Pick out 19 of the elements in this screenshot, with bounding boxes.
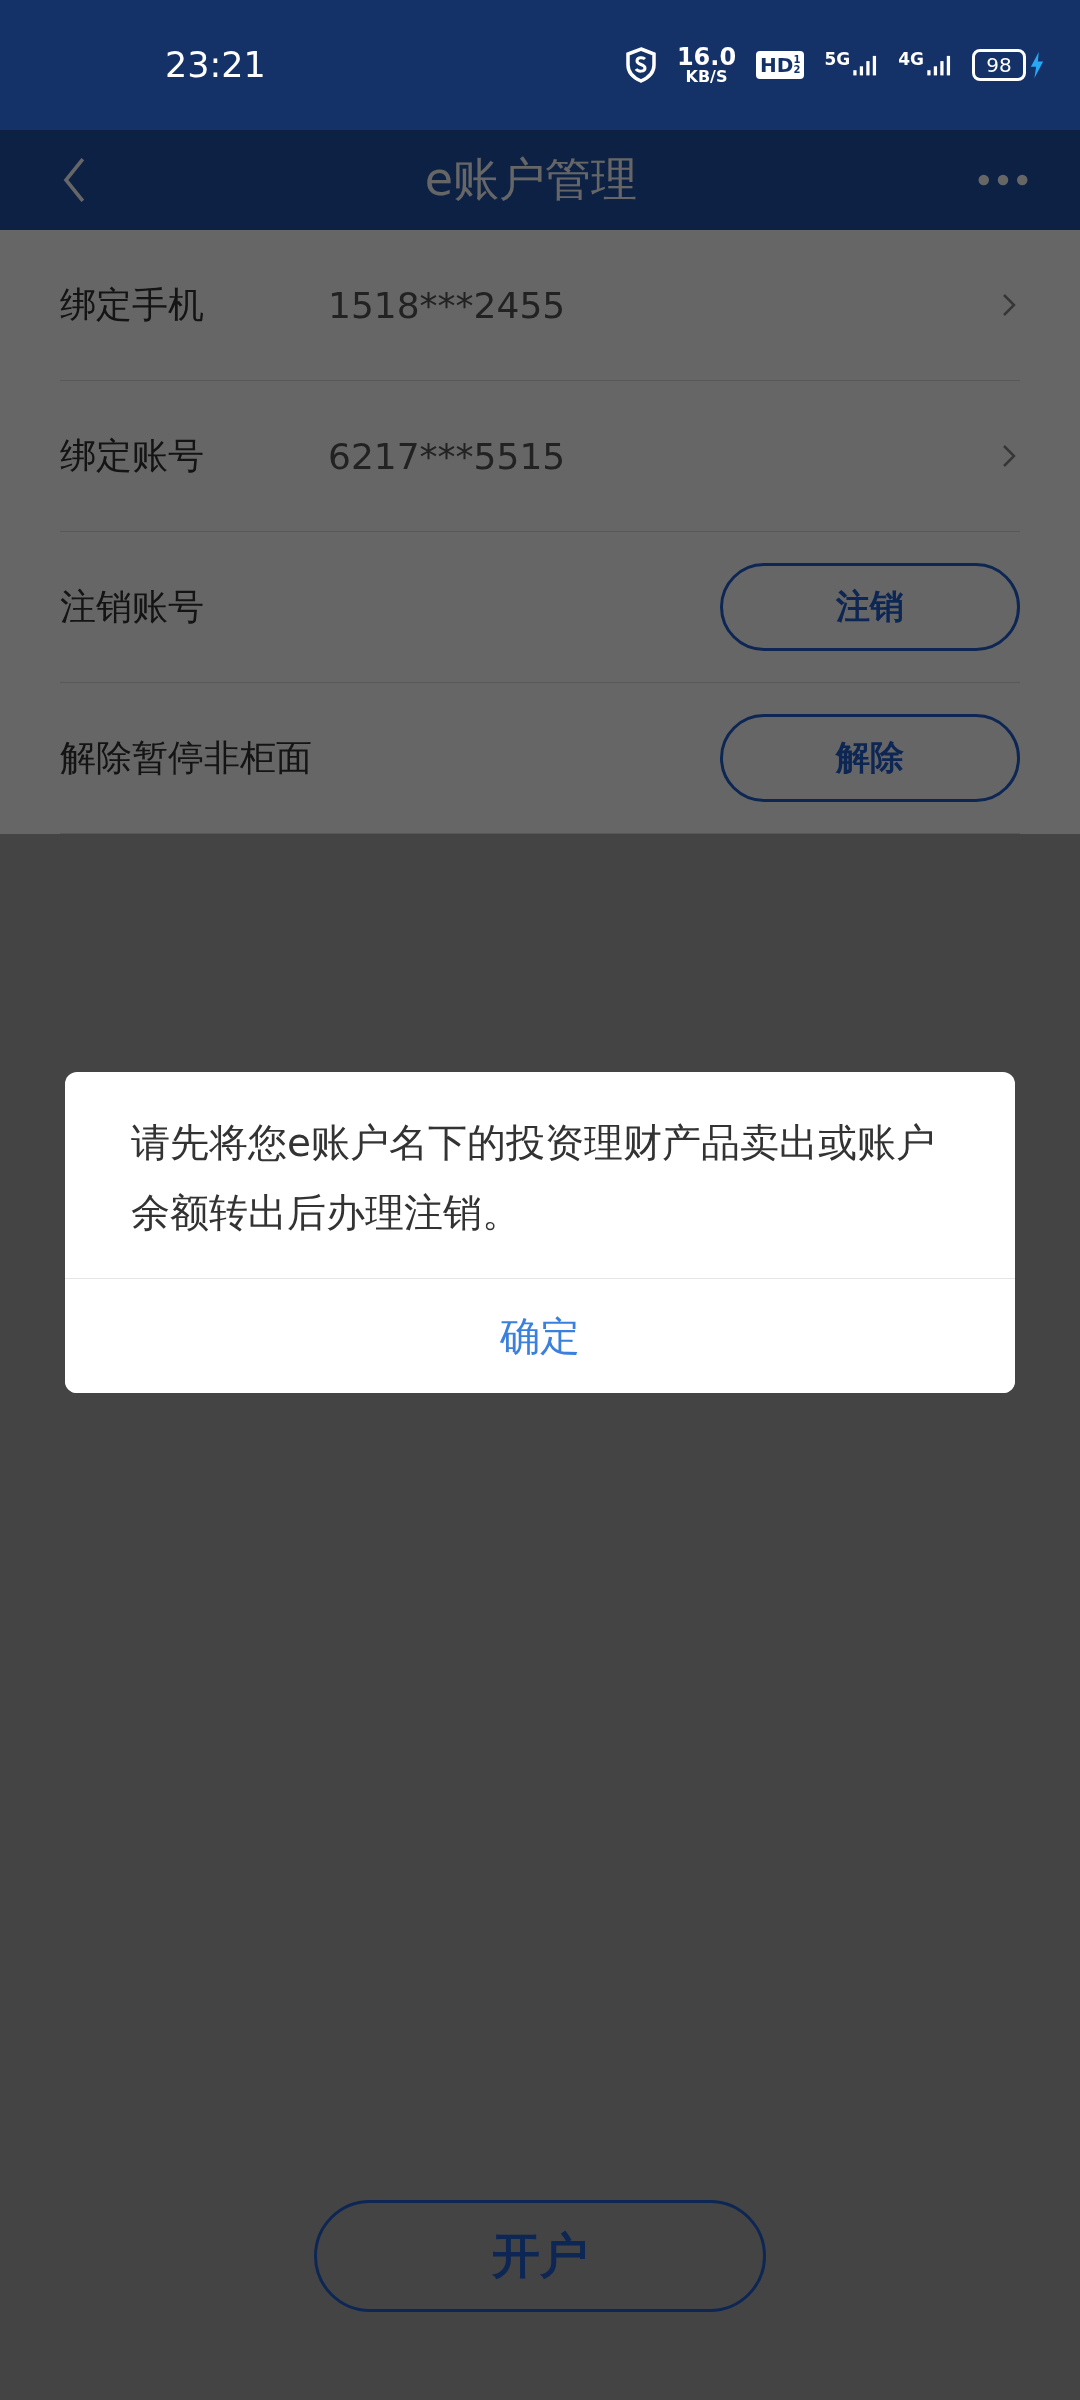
battery-icon: 98 — [972, 49, 1026, 81]
shield-icon — [624, 47, 657, 83]
row-label: 绑定手机 — [60, 282, 205, 327]
row-value: 1518***2455 — [328, 284, 567, 326]
speed-unit: KB/S — [685, 69, 728, 85]
row-label: 注销账号 — [60, 584, 205, 629]
chevron-icon[interactable] — [1002, 444, 1016, 468]
speed-value: 16.0 — [676, 45, 737, 69]
row-value: 6217***5515 — [328, 435, 567, 477]
action-button[interactable]: 解除 — [720, 714, 1020, 802]
network-label: 5G — [824, 49, 851, 69]
action-button[interactable]: 注销 — [720, 563, 1020, 651]
chevron-icon[interactable] — [1002, 293, 1016, 317]
page-title: e账户管理 — [424, 151, 638, 208]
more-icon[interactable] — [976, 173, 1030, 187]
row-label: 绑定账号 — [60, 433, 205, 478]
clock: 23:21 — [165, 45, 266, 85]
row-label: 解除暂停非柜面 — [60, 735, 313, 780]
network-label: 4G — [898, 49, 924, 69]
